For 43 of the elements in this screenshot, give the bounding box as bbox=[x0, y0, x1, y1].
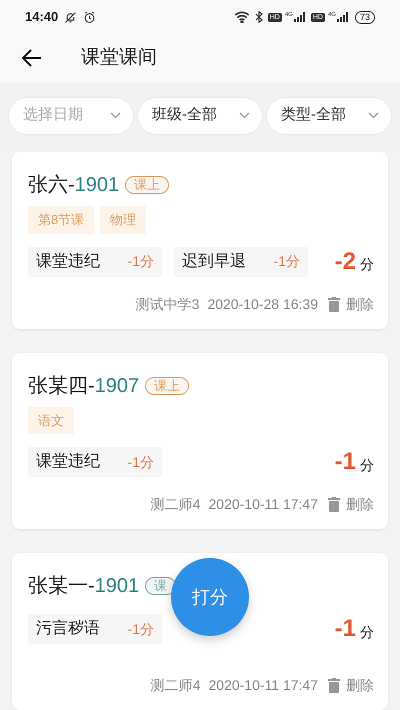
bell-off-icon bbox=[64, 10, 78, 24]
period-badge: 课上 bbox=[125, 176, 170, 194]
author: 测试中学3 bbox=[136, 294, 200, 314]
author: 测二师4 bbox=[150, 495, 200, 514]
delete-button[interactable]: 删除 bbox=[328, 675, 374, 696]
delete-button[interactable]: 删除 bbox=[328, 494, 374, 515]
filter-dropdown[interactable]: 选择日期 bbox=[9, 98, 133, 134]
tag: 第8节课 bbox=[28, 206, 94, 234]
delete-button[interactable]: 删除 bbox=[328, 294, 374, 314]
page-title: 课堂课间 bbox=[81, 46, 157, 70]
chevron-down-icon bbox=[368, 112, 379, 120]
record-time: 2020-10-11 17:47 bbox=[208, 676, 318, 695]
filter-dropdown[interactable]: 班级-全部 bbox=[138, 98, 262, 134]
score-unit: 分 bbox=[360, 456, 374, 474]
total-score: -1 bbox=[334, 447, 356, 477]
tag: 物理 bbox=[100, 206, 146, 234]
filter-dropdown[interactable]: 类型-全部 bbox=[267, 98, 391, 134]
deduction-chip: 迟到早退 -1分 bbox=[174, 246, 308, 276]
deduction-chip: 污言秽语 -1分 bbox=[28, 614, 162, 644]
trash-icon bbox=[328, 678, 340, 693]
total-score: -1 bbox=[334, 614, 356, 644]
period-badge: 课上 bbox=[145, 376, 190, 394]
battery-indicator: 73 bbox=[354, 10, 375, 24]
tag: 语文 bbox=[28, 406, 74, 434]
chevron-down-icon bbox=[110, 112, 121, 120]
chevron-down-icon bbox=[239, 112, 250, 120]
deduction-chip: 课堂违纪 -1分 bbox=[28, 246, 162, 276]
score-unit: 分 bbox=[360, 255, 374, 274]
total-score: -2 bbox=[334, 246, 356, 276]
clock: 14:40 bbox=[25, 8, 58, 26]
score-unit: 分 bbox=[360, 622, 374, 642]
student-name: 张某一-1901 bbox=[28, 574, 140, 599]
trash-icon bbox=[328, 497, 340, 512]
author: 测二师4 bbox=[150, 676, 200, 695]
record-time: 2020-10-28 16:39 bbox=[207, 294, 318, 314]
wifi-icon bbox=[234, 11, 250, 24]
trash-icon bbox=[328, 296, 340, 312]
bluetooth-icon bbox=[254, 11, 263, 24]
student-name: 张某四-1907 bbox=[28, 374, 140, 398]
alarm-icon bbox=[83, 10, 96, 24]
deduction-chip: 课堂违纪 -1分 bbox=[28, 447, 162, 477]
record-time: 2020-10-11 17:47 bbox=[208, 495, 318, 514]
student-name: 张六-1901 bbox=[28, 173, 120, 198]
